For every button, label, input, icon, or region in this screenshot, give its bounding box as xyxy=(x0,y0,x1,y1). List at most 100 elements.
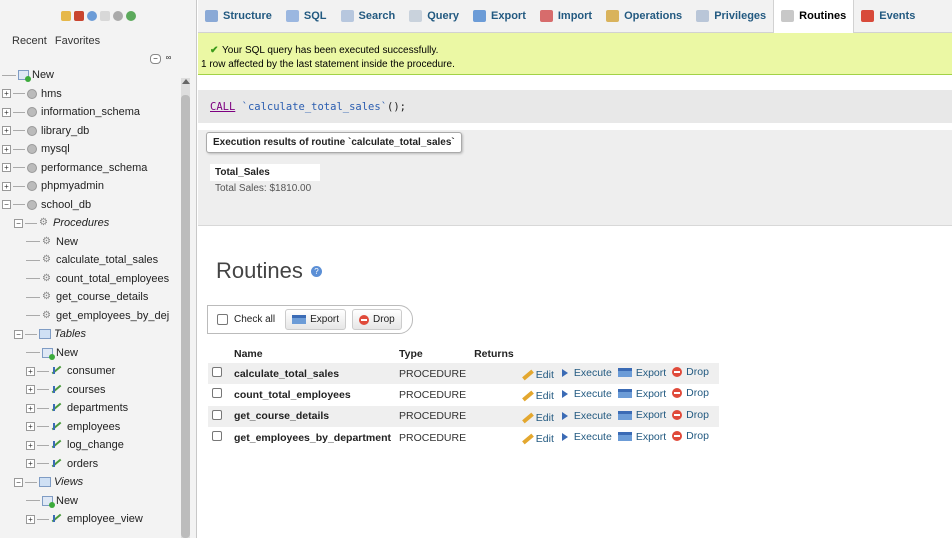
tree-item-label[interactable]: employees xyxy=(67,421,120,433)
tree-item[interactable]: − ⚙ Procedures xyxy=(0,214,180,233)
drop-link[interactable]: Drop xyxy=(672,409,709,421)
drop-link[interactable]: Drop xyxy=(672,366,709,378)
header-type[interactable]: Type xyxy=(394,346,471,363)
tree-item[interactable]: New xyxy=(0,492,180,511)
row-checkbox[interactable] xyxy=(212,388,222,399)
tree-item[interactable]: + departments xyxy=(0,399,180,418)
table-row[interactable]: get_course_details PROCEDURE Edit Execute Ex… xyxy=(208,405,719,427)
tab-events[interactable]: Events xyxy=(854,0,922,33)
reload-icon[interactable] xyxy=(125,11,136,21)
tree-item-label[interactable]: New xyxy=(32,69,54,81)
tree-item[interactable]: + orders xyxy=(0,455,180,474)
expand-toggle-icon[interactable]: + xyxy=(2,126,11,136)
help-icon[interactable] xyxy=(86,11,97,21)
tree-item[interactable]: ⚙ count_total_employees xyxy=(0,270,180,289)
expand-toggle-icon[interactable]: + xyxy=(26,366,35,376)
export-link[interactable]: Export xyxy=(617,409,666,421)
tree-item[interactable]: − school_db xyxy=(0,196,180,215)
tree-item-label[interactable]: New xyxy=(56,347,78,359)
tree-item-label[interactable]: departments xyxy=(67,402,128,414)
tree-item[interactable]: + consumer xyxy=(0,362,180,381)
tree-item-label[interactable]: consumer xyxy=(67,365,115,377)
expand-toggle-icon[interactable]: + xyxy=(26,403,35,413)
tree-item[interactable]: + mysql xyxy=(0,140,180,159)
row-checkbox[interactable] xyxy=(212,367,222,377)
export-link[interactable]: Export xyxy=(617,431,666,443)
edit-link[interactable]: Edit xyxy=(521,369,554,381)
scroll-up-arrow-icon[interactable] xyxy=(182,79,190,84)
tree-item[interactable]: + hms xyxy=(0,85,180,104)
expand-toggle-icon[interactable]: − xyxy=(14,477,23,487)
execute-link[interactable]: Execute xyxy=(560,367,612,379)
tree-item-label[interactable]: count_total_employees xyxy=(56,273,169,285)
export-link[interactable]: Export xyxy=(617,388,666,400)
tree-item-label[interactable]: Procedures xyxy=(53,217,109,229)
header-returns[interactable]: Returns xyxy=(470,346,518,363)
drop-link[interactable]: Drop xyxy=(672,387,709,399)
expand-toggle-icon[interactable]: + xyxy=(2,89,11,99)
expand-toggle-icon[interactable]: + xyxy=(2,181,11,191)
row-checkbox[interactable] xyxy=(212,409,222,420)
table-row[interactable]: get_employees_by_department PROCEDURE Edit… xyxy=(208,427,719,449)
tree-item[interactable]: ⚙ calculate_total_sales xyxy=(0,251,180,270)
execute-link[interactable]: Execute xyxy=(560,388,612,400)
tree-item[interactable]: ⚙ get_course_details xyxy=(0,288,180,307)
help-icon[interactable]: ? xyxy=(311,266,322,277)
check-all-button[interactable]: Check all xyxy=(213,309,279,330)
tab-query[interactable]: Query xyxy=(402,0,466,33)
export-link[interactable]: Export xyxy=(617,367,666,379)
tab-privileges[interactable]: Privileges xyxy=(689,0,773,33)
logout-icon[interactable] xyxy=(73,11,84,21)
expand-toggle-icon[interactable]: + xyxy=(26,514,35,524)
tree-item-label[interactable]: Tables xyxy=(54,328,86,340)
recent-tab[interactable]: Recent xyxy=(10,34,49,48)
expand-toggle-icon[interactable]: + xyxy=(26,422,35,432)
tree-item-label[interactable]: library_db xyxy=(41,125,89,137)
edit-link[interactable]: Edit xyxy=(521,433,554,445)
tree-item-label[interactable]: information_schema xyxy=(41,106,140,118)
tree-item-label[interactable]: log_change xyxy=(67,439,124,451)
tree-item-label[interactable]: get_course_details xyxy=(56,291,148,303)
tree-item-label[interactable]: courses xyxy=(67,384,106,396)
collapse-all-button[interactable]: − xyxy=(150,54,161,64)
tab-search[interactable]: Search xyxy=(334,0,403,33)
tree-item-label[interactable]: get_employees_by_dej xyxy=(56,310,169,322)
expand-toggle-icon[interactable]: + xyxy=(2,107,11,117)
tree-item-label[interactable]: hms xyxy=(41,88,62,100)
docs-icon[interactable] xyxy=(99,11,110,21)
tree-item[interactable]: ⚙ New xyxy=(0,233,180,252)
expand-toggle-icon[interactable]: − xyxy=(14,218,23,228)
tree-item-label[interactable]: mysql xyxy=(41,143,70,155)
bulk-drop-button[interactable]: Drop xyxy=(352,309,402,330)
edit-link[interactable]: Edit xyxy=(521,390,554,402)
tab-import[interactable]: Import xyxy=(533,0,599,33)
execute-link[interactable]: Execute xyxy=(560,431,612,443)
expand-toggle-icon[interactable]: − xyxy=(2,200,11,210)
tree-item[interactable]: + courses xyxy=(0,381,180,400)
drop-link[interactable]: Drop xyxy=(672,430,709,442)
favorites-tab[interactable]: Favorites xyxy=(53,34,102,48)
tree-item[interactable]: + log_change xyxy=(0,436,180,455)
tree-item[interactable]: New xyxy=(0,344,180,363)
tree-item-label[interactable]: phpmyadmin xyxy=(41,180,104,192)
expand-toggle-icon[interactable]: + xyxy=(26,440,35,450)
tab-sql[interactable]: SQL xyxy=(279,0,334,33)
tab-export[interactable]: Export xyxy=(466,0,533,33)
tab-structure[interactable]: Structure xyxy=(198,0,279,33)
execute-link[interactable]: Execute xyxy=(560,410,612,422)
tree-item-label[interactable]: performance_schema xyxy=(41,162,147,174)
tree-item[interactable]: + library_db xyxy=(0,122,180,141)
expand-toggle-icon[interactable]: + xyxy=(2,144,11,154)
tree-item[interactable]: + performance_schema xyxy=(0,159,180,178)
tree-item-label[interactable]: Views xyxy=(54,476,83,488)
tree-item[interactable]: + employees xyxy=(0,418,180,437)
expand-toggle-icon[interactable]: + xyxy=(2,163,11,173)
tree-item-label[interactable]: school_db xyxy=(41,199,91,211)
tree-item-label[interactable]: New xyxy=(56,236,78,248)
tree-item[interactable]: + information_schema xyxy=(0,103,180,122)
expand-toggle-icon[interactable]: − xyxy=(14,329,23,339)
table-row[interactable]: count_total_employees PROCEDURE Edit Execut… xyxy=(208,384,719,406)
row-checkbox[interactable] xyxy=(212,431,222,442)
settings-icon[interactable] xyxy=(112,11,123,21)
tree-item-label[interactable]: calculate_total_sales xyxy=(56,254,158,266)
